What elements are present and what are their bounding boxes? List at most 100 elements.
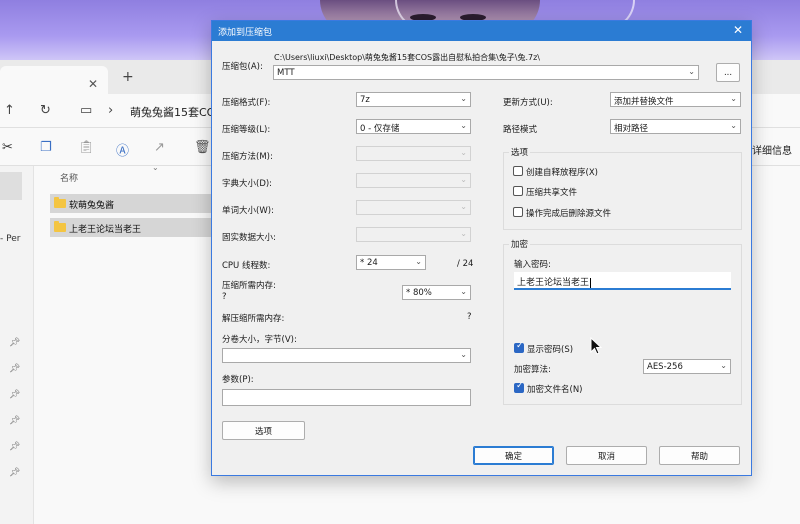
encrypt-filenames-checkbox[interactable]	[514, 381, 524, 393]
pin-icon[interactable]: 📌︎	[9, 416, 20, 426]
pin-icon[interactable]: 📌︎	[9, 390, 20, 400]
dialog-title: 添加到压缩包	[218, 28, 273, 38]
chevron-down-icon[interactable]: ⌄	[720, 361, 727, 370]
path-mode-select[interactable]: 相对路径 ⌄	[610, 119, 741, 134]
cut-icon[interactable]: ✂	[2, 140, 13, 155]
archive-path-text: C:\Users\liuxi\Desktop\萌兔兔酱15套COS露出自慰私拍合…	[274, 53, 540, 62]
path-mode-value: 相对路径	[614, 124, 649, 134]
chevron-down-icon[interactable]: ⌄	[415, 257, 422, 266]
update-mode-value: 添加并替换文件	[614, 97, 674, 107]
level-value: 0 - 仅存储	[360, 124, 400, 134]
sfx-checkbox-label[interactable]: 创建自释放程序(X)	[526, 166, 598, 178]
help-button[interactable]: 帮助	[659, 446, 740, 465]
cpu-threads-value: * 24	[360, 258, 378, 268]
encryption-method-label: 加密算法:	[514, 365, 551, 375]
solid-size-select: ⌄	[356, 227, 471, 242]
decompress-memory-label: 解压缩所需内存:	[222, 314, 285, 324]
explorer-tab[interactable]: ✕	[0, 66, 108, 94]
ok-button[interactable]: 确定	[473, 446, 554, 465]
browse-button[interactable]: ...	[716, 63, 740, 82]
format-label: 压缩格式(F):	[222, 98, 271, 108]
cpu-threads-total: / 24	[457, 259, 474, 269]
encryption-method-value: AES-256	[647, 362, 683, 372]
details-button[interactable]: 详细信息	[752, 142, 792, 157]
word-size-label: 单词大小(W):	[222, 206, 274, 216]
password-input[interactable]: 上老王论坛当老王	[514, 272, 731, 290]
pin-icon[interactable]: 📌︎	[9, 338, 20, 348]
cpu-threads-select[interactable]: * 24 ⌄	[356, 255, 426, 270]
shared-files-checkbox[interactable]	[513, 186, 523, 196]
chevron-down-icon[interactable]: ⌄	[460, 94, 467, 103]
file-row[interactable]: 上老王论坛当老王	[50, 218, 212, 237]
cpu-threads-label: CPU 线程数:	[222, 261, 271, 271]
method-label: 压缩方法(M):	[222, 152, 273, 162]
refresh-icon[interactable]: ↻	[40, 103, 51, 118]
decompress-memory-value: ?	[467, 312, 472, 322]
password-value: 上老王论坛当老王	[517, 278, 590, 288]
nav-pane-item-text[interactable]: - Per	[0, 234, 20, 244]
show-password-checkbox[interactable]	[514, 341, 524, 353]
level-select[interactable]: 0 - 仅存储 ⌄	[356, 119, 471, 134]
pin-icon[interactable]: 📌︎	[9, 442, 20, 452]
update-mode-select[interactable]: 添加并替换文件 ⌄	[610, 92, 741, 107]
chevron-down-icon[interactable]: ⌄	[730, 121, 737, 130]
memory-usage-value: * 80%	[406, 288, 432, 298]
chevron-down-icon[interactable]: ⌄	[460, 121, 467, 130]
shared-files-checkbox-label[interactable]: 压缩共享文件	[526, 186, 577, 198]
up-arrow-icon[interactable]: ↑	[4, 103, 15, 118]
word-size-select: ⌄	[356, 200, 471, 215]
chevron-down-icon[interactable]: ⌄	[460, 350, 467, 359]
column-header-name[interactable]: 名称	[60, 171, 78, 184]
format-value: 7z	[360, 95, 370, 105]
paste-icon[interactable]: 📋︎	[78, 140, 95, 155]
rename-icon[interactable]: Ⓐ	[116, 140, 129, 159]
cancel-button[interactable]: 取消	[566, 446, 647, 465]
memory-label: 压缩所需内存:	[222, 281, 276, 291]
password-label: 输入密码:	[514, 260, 551, 270]
pin-icon[interactable]: 📌︎	[9, 364, 20, 374]
monitor-icon[interactable]: ▭	[80, 103, 92, 118]
chevron-down-icon: ⌄	[460, 175, 467, 184]
pin-icon[interactable]: 📌︎	[9, 468, 20, 478]
chevron-down-icon: ⌄	[460, 148, 467, 157]
chevron-down-icon[interactable]: ⌄	[460, 287, 467, 296]
level-label: 压缩等级(L):	[222, 125, 271, 135]
chevron-right-icon[interactable]: ›	[108, 103, 113, 118]
file-row[interactable]: 软萌兔兔酱	[50, 194, 212, 213]
encryption-method-select[interactable]: AES-256 ⌄	[643, 359, 731, 374]
file-name: 上老王论坛当老王	[69, 225, 142, 235]
folder-icon	[54, 221, 66, 232]
text-caret	[590, 277, 592, 288]
delete-icon[interactable]: 🗑︎	[194, 140, 211, 155]
memory-usage-select[interactable]: * 80% ⌄	[402, 285, 471, 300]
share-icon[interactable]: ↗	[154, 140, 165, 155]
delete-after-checkbox[interactable]	[513, 207, 523, 217]
archive-name-combo[interactable]: MTT ⌄	[273, 65, 699, 80]
folder-icon	[54, 197, 66, 208]
dialog-title-bar[interactable]: 添加到压缩包 ✕	[212, 21, 751, 41]
show-password-label[interactable]: 显示密码(S)	[527, 343, 573, 355]
nav-pane-selected-item[interactable]	[0, 172, 22, 200]
encryption-group-title: 加密	[509, 238, 531, 250]
copy-icon[interactable]: ❐	[40, 140, 52, 155]
memory-sub-value: ?	[222, 292, 227, 302]
format-select[interactable]: 7z ⌄	[356, 92, 471, 107]
chevron-down-icon[interactable]: ⌄	[730, 94, 737, 103]
dict-size-label: 字典大小(D):	[222, 179, 273, 189]
new-tab-icon[interactable]: +	[122, 69, 134, 85]
close-icon[interactable]: ✕	[733, 23, 743, 37]
split-volume-select[interactable]: ⌄	[222, 348, 471, 363]
chevron-down-icon: ⌄	[460, 202, 467, 211]
chevron-down-icon[interactable]: ⌄	[688, 67, 695, 76]
params-input[interactable]	[222, 389, 471, 406]
close-tab-icon[interactable]: ✕	[88, 77, 98, 91]
archive-name-value: MTT	[277, 68, 295, 78]
sfx-checkbox[interactable]	[513, 166, 523, 176]
sort-arrow-icon: ⌄	[152, 163, 159, 172]
address-bar-path[interactable]: 萌兔兔酱15套CO	[130, 104, 215, 120]
delete-after-checkbox-label[interactable]: 操作完成后删除源文件	[526, 207, 611, 219]
navigation-pane: - Per 📌︎ 📌︎ 📌︎ 📌︎ 📌︎ 📌︎	[0, 166, 34, 524]
solid-size-label: 固实数据大小:	[222, 233, 276, 243]
options-button[interactable]: 选项	[222, 421, 305, 440]
encrypt-filenames-label[interactable]: 加密文件名(N)	[527, 383, 583, 395]
